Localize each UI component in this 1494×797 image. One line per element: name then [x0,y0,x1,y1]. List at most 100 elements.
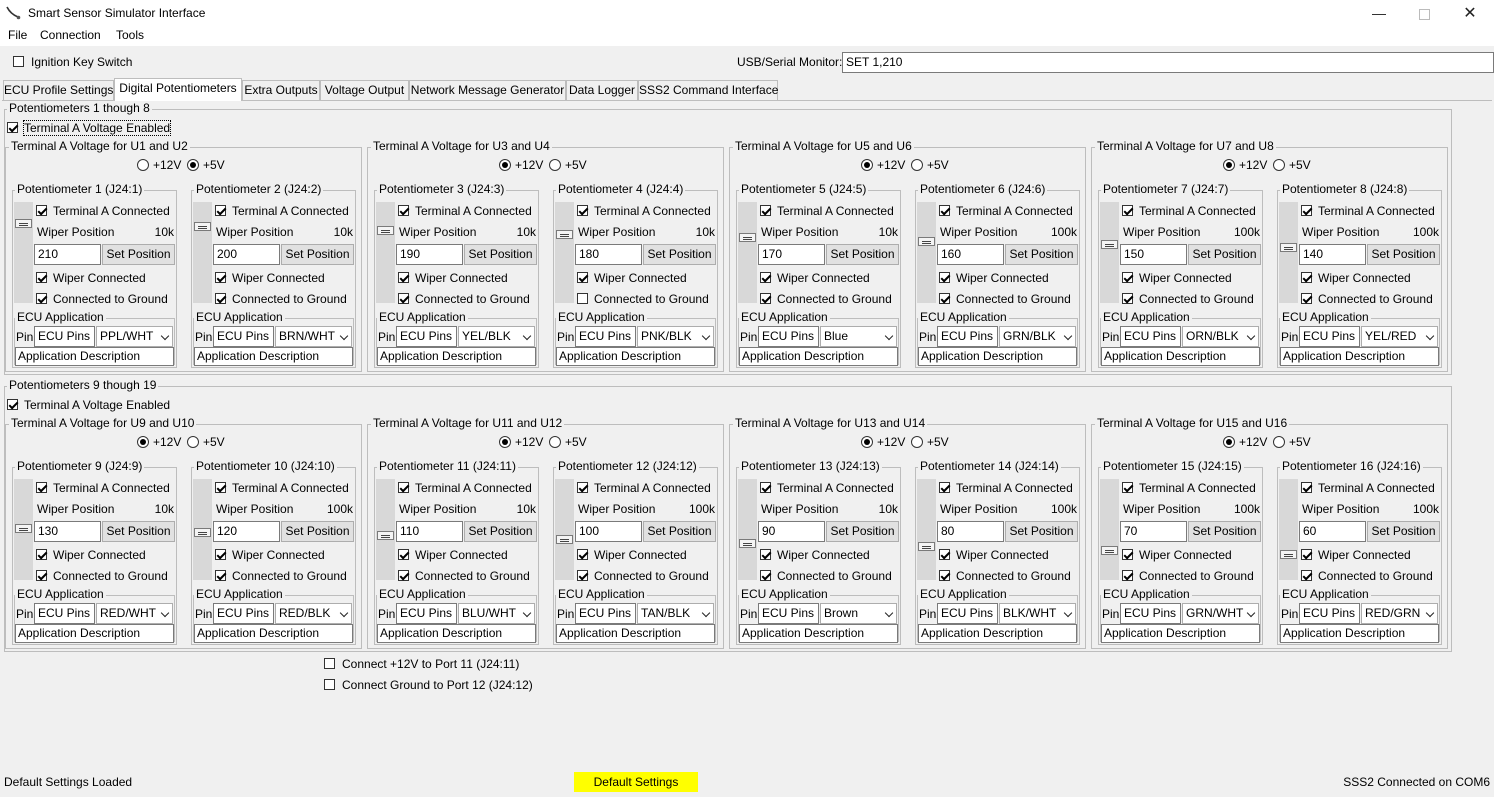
application-description-field[interactable]: Application Description [15,347,174,366]
wire-color-dropdown[interactable]: YEL/BLK [458,326,535,347]
slider-thumb[interactable] [1280,550,1297,559]
radio-5v[interactable] [1273,436,1285,448]
connect-12v-port11-checkbox[interactable] [324,658,335,669]
set-position-button[interactable]: Set Position [1188,244,1261,265]
set-position-button[interactable]: Set Position [102,244,175,265]
connect-ground-port12-checkbox[interactable] [324,679,335,690]
ecu-pins-field[interactable]: ECU Pins [758,603,819,624]
wiper-value-input[interactable]: 160 [937,244,1004,265]
terminal-a-connected-checkbox[interactable] [577,205,588,216]
wiper-slider[interactable] [555,479,574,580]
wiper-value-input[interactable]: 100 [575,521,642,542]
connected-to-ground-checkbox[interactable] [1301,293,1312,304]
wire-color-dropdown[interactable]: Brown [820,603,897,624]
wiper-slider[interactable] [376,202,395,303]
set-position-button[interactable]: Set Position [464,521,537,542]
slider-thumb[interactable] [739,233,756,242]
wiper-connected-checkbox[interactable] [398,272,409,283]
application-description-field[interactable]: Application Description [377,624,536,643]
set-position-button[interactable]: Set Position [281,521,354,542]
ecu-pins-field[interactable]: ECU Pins [1120,603,1181,624]
wire-color-dropdown[interactable]: PNK/BLK [637,326,714,347]
connected-to-ground-checkbox[interactable] [36,293,47,304]
wiper-slider[interactable] [1100,479,1119,580]
terminal-a-enabled-checkbox[interactable] [7,122,18,133]
minimize-button[interactable]: — [1356,0,1402,27]
connected-to-ground-checkbox[interactable] [760,570,771,581]
wiper-connected-checkbox[interactable] [36,549,47,560]
wiper-value-input[interactable]: 130 [34,521,101,542]
terminal-a-connected-checkbox[interactable] [36,482,47,493]
set-position-button[interactable]: Set Position [1367,244,1440,265]
wiper-value-input[interactable]: 190 [396,244,463,265]
ecu-pins-field[interactable]: ECU Pins [1299,603,1360,624]
ecu-pins-field[interactable]: ECU Pins [1299,326,1360,347]
radio-5v[interactable] [549,159,561,171]
slider-thumb[interactable] [918,237,935,246]
application-description-field[interactable]: Application Description [918,624,1077,643]
wiper-connected-checkbox[interactable] [398,549,409,560]
application-description-field[interactable]: Application Description [1280,347,1439,366]
wire-color-dropdown[interactable]: RED/GRN [1361,603,1438,624]
set-position-button[interactable]: Set Position [102,521,175,542]
tab-ecu-profile-settings[interactable]: ECU Profile Settings [3,80,114,100]
connected-to-ground-checkbox[interactable] [215,293,226,304]
connected-to-ground-checkbox[interactable] [939,570,950,581]
wire-color-dropdown[interactable]: Blue [820,326,897,347]
wiper-value-input[interactable]: 140 [1299,244,1366,265]
wiper-connected-checkbox[interactable] [760,272,771,283]
wiper-slider[interactable] [738,479,757,580]
wire-color-dropdown[interactable]: ORN/BLK [1182,326,1259,347]
wire-color-dropdown[interactable]: PPL/WHT [96,326,173,347]
wiper-slider[interactable] [14,202,33,303]
wiper-slider[interactable] [1279,202,1298,303]
slider-thumb[interactable] [377,531,394,540]
radio-12v[interactable] [137,436,149,448]
slider-thumb[interactable] [194,222,211,231]
ecu-pins-field[interactable]: ECU Pins [34,603,95,624]
menu-connection[interactable]: Connection [40,28,101,42]
application-description-field[interactable]: Application Description [739,347,898,366]
wire-color-dropdown[interactable]: BLU/WHT [458,603,535,624]
ecu-pins-field[interactable]: ECU Pins [1120,326,1181,347]
wire-color-dropdown[interactable]: GRN/BLK [999,326,1076,347]
slider-thumb[interactable] [556,535,573,544]
serial-monitor-field[interactable]: SET 1,210 [842,52,1494,73]
wire-color-dropdown[interactable]: RED/BLK [275,603,352,624]
ecu-pins-field[interactable]: ECU Pins [937,326,998,347]
wiper-slider[interactable] [14,479,33,580]
application-description-field[interactable]: Application Description [739,624,898,643]
tab-digital-potentiometers[interactable]: Digital Potentiometers [114,78,242,101]
application-description-field[interactable]: Application Description [1101,624,1260,643]
wiper-slider[interactable] [555,202,574,303]
application-description-field[interactable]: Application Description [1280,624,1439,643]
radio-12v[interactable] [861,436,873,448]
radio-5v[interactable] [187,159,199,171]
wiper-value-input[interactable]: 150 [1120,244,1187,265]
ecu-pins-field[interactable]: ECU Pins [213,603,274,624]
slider-thumb[interactable] [194,528,211,537]
radio-5v[interactable] [911,436,923,448]
wiper-value-input[interactable]: 90 [758,521,825,542]
set-position-button[interactable]: Set Position [1367,521,1440,542]
connected-to-ground-checkbox[interactable] [398,570,409,581]
radio-12v[interactable] [861,159,873,171]
terminal-a-connected-checkbox[interactable] [215,205,226,216]
application-description-field[interactable]: Application Description [194,347,353,366]
connected-to-ground-checkbox[interactable] [36,570,47,581]
wiper-slider[interactable] [917,479,936,580]
slider-thumb[interactable] [15,219,32,228]
connected-to-ground-checkbox[interactable] [760,293,771,304]
terminal-a-connected-checkbox[interactable] [577,482,588,493]
slider-thumb[interactable] [918,542,935,551]
radio-12v[interactable] [1223,436,1235,448]
terminal-a-connected-checkbox[interactable] [939,482,950,493]
set-position-button[interactable]: Set Position [464,244,537,265]
set-position-button[interactable]: Set Position [826,244,899,265]
ecu-pins-field[interactable]: ECU Pins [396,326,457,347]
connected-to-ground-checkbox[interactable] [1122,293,1133,304]
radio-12v[interactable] [137,159,149,171]
radio-12v[interactable] [499,436,511,448]
connected-to-ground-checkbox[interactable] [577,293,588,304]
application-description-field[interactable]: Application Description [556,347,715,366]
